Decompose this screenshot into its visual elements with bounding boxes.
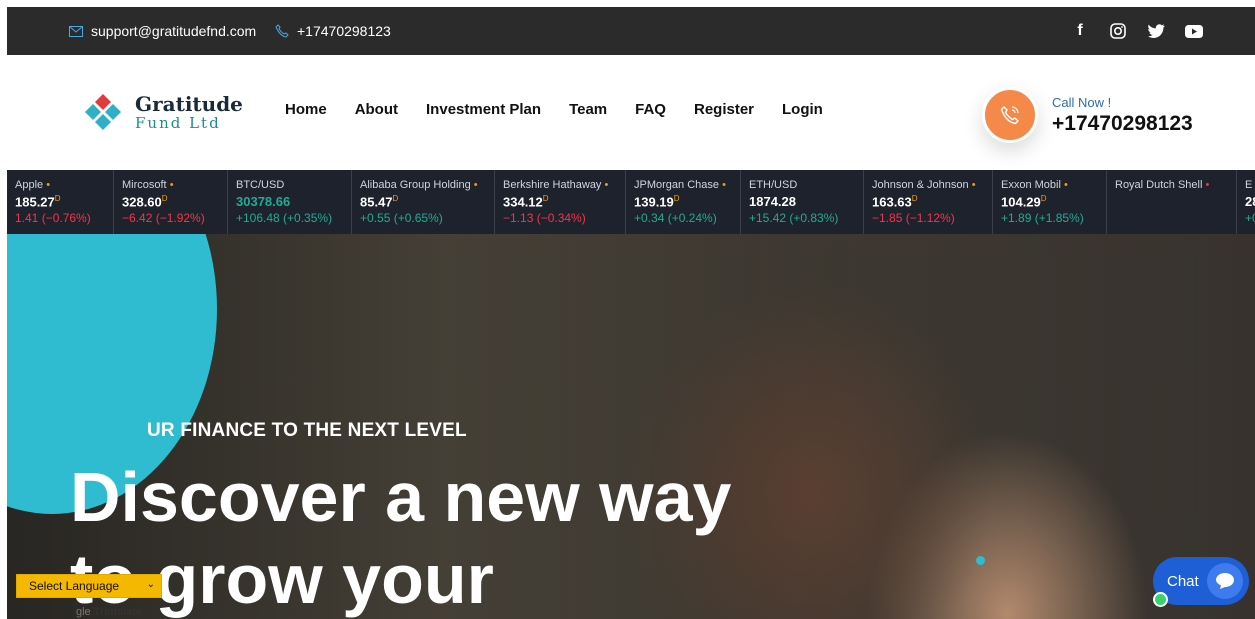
- logo-name: Gratitude: [135, 91, 243, 116]
- ticker-name: Exxon Mobil: [1001, 179, 1061, 191]
- ticker-price: 85.47: [360, 194, 393, 210]
- phone-text[interactable]: +17470298123: [297, 23, 391, 39]
- ticker-name: Alibaba Group Holding: [360, 179, 471, 191]
- ticker-item[interactable]: E 28.0 +0.3: [1237, 170, 1255, 234]
- ticker-item[interactable]: Exxon Mobil • 104.29D +1.89 (+1.85%): [993, 170, 1107, 234]
- ticker-change: +0.3: [1245, 211, 1255, 225]
- ticker-price: 163.63: [872, 194, 912, 210]
- ticker-price: 104.29: [1001, 194, 1041, 210]
- ticker-change: 1.41 (−0.76%): [15, 211, 91, 226]
- ticker-item[interactable]: Berkshire Hathaway • 334.12D −1.13 (−0.34%…: [495, 170, 626, 234]
- ticker-item[interactable]: Apple • 185.27D 1.41 (−0.76%): [7, 170, 114, 234]
- ticker-item[interactable]: Royal Dutch Shell •: [1107, 170, 1237, 234]
- call-number[interactable]: +17470298123: [1052, 112, 1193, 136]
- google-translate-credit: gle Translate: [76, 606, 142, 618]
- ticker-price: 328.60: [122, 194, 162, 210]
- nav-faq[interactable]: FAQ: [635, 101, 666, 118]
- ticker-change: −1.85 (−1.12%): [872, 211, 955, 226]
- ticker-price: 334.12: [503, 194, 543, 210]
- ticker-name: BTC/USD: [236, 179, 285, 191]
- site-logo[interactable]: Gratitude Fund Ltd: [79, 92, 243, 132]
- language-select[interactable]: Select Language ⌄: [16, 574, 162, 598]
- ticker-name: Royal Dutch Shell: [1115, 179, 1203, 191]
- slider-dot[interactable]: [976, 556, 985, 565]
- ticker-price: 139.19: [634, 194, 674, 210]
- nav-team[interactable]: Team: [569, 101, 607, 118]
- nav-login[interactable]: Login: [782, 101, 823, 118]
- ticker-change: +15.42 (+0.83%): [749, 211, 839, 225]
- ticker-item[interactable]: Johnson & Johnson • 163.63D −1.85 (−1.12%): [864, 170, 993, 234]
- ticker-price: 28.0: [1245, 194, 1255, 209]
- ticker-name: Johnson & Johnson: [872, 179, 969, 191]
- ticker-item[interactable]: Mircosoft • 328.60D −6.42 (−1.92%): [114, 170, 228, 234]
- email-text[interactable]: support@gratitudefnd.com: [91, 23, 256, 39]
- facebook-icon[interactable]: f: [1071, 22, 1089, 40]
- translate-prefix: gle: [76, 606, 91, 618]
- main-nav: Home About Investment Plan Team FAQ Regi…: [285, 101, 823, 118]
- call-label: Call Now !: [1052, 94, 1112, 110]
- ticker-item[interactable]: BTC/USD 30378.66 +106.48 (+0.35%): [228, 170, 352, 234]
- top-bar: support@gratitudefnd.com +17470298123 f: [7, 7, 1255, 55]
- chat-bubble-icon: [1207, 563, 1243, 599]
- chat-label: Chat: [1167, 572, 1199, 590]
- ticker-change: +0.34 (+0.24%): [634, 211, 717, 226]
- logo-subname: Fund Ltd: [135, 113, 221, 132]
- ticker-price: 185.27: [15, 194, 55, 210]
- ticker-item[interactable]: JPMorgan Chase • 139.19D +0.34 (+0.24%): [626, 170, 741, 234]
- social-links: f: [1071, 7, 1203, 55]
- chevron-down-icon: ⌄: [146, 579, 155, 590]
- call-button[interactable]: [982, 87, 1038, 143]
- stock-ticker: Apple • 185.27D 1.41 (−0.76%) Mircosoft • 32…: [7, 170, 1255, 234]
- ticker-item[interactable]: ETH/USD 1874.28 +15.42 (+0.83%): [741, 170, 864, 234]
- ticker-change: −6.42 (−1.92%): [122, 211, 205, 226]
- ticker-name: Apple: [15, 179, 44, 191]
- ticker-change: +0.55 (+0.65%): [360, 211, 443, 226]
- nav-home[interactable]: Home: [285, 101, 327, 118]
- ticker-price: 1874.28: [749, 194, 796, 209]
- ticker-price: 30378.66: [236, 194, 291, 209]
- hero-banner: UR FINANCE TO THE NEXT LEVEL Discover a …: [7, 234, 1255, 619]
- language-select-label: Select Language: [29, 579, 120, 593]
- ticker-change: +106.48 (+0.35%): [236, 211, 333, 225]
- ticker-name: Mircosoft: [122, 179, 167, 191]
- phone-ring-icon: [1000, 106, 1019, 125]
- twitter-icon[interactable]: [1147, 22, 1165, 40]
- ticker-name: E: [1245, 179, 1253, 191]
- hero-kicker: UR FINANCE TO THE NEXT LEVEL: [147, 420, 467, 441]
- mail-icon: [69, 25, 83, 37]
- phone-icon: [275, 24, 289, 38]
- phone-contact[interactable]: +17470298123: [275, 7, 391, 55]
- hero-headline-line2: to grow your: [70, 540, 494, 618]
- logo-mark-icon: [85, 94, 121, 130]
- call-now[interactable]: Call Now ! +17470298123: [982, 87, 1193, 143]
- ticker-item[interactable]: Alibaba Group Holding • 85.47D +0.55 (+0.6…: [352, 170, 495, 234]
- instagram-icon[interactable]: [1109, 22, 1127, 40]
- ticker-change: −1.13 (−0.34%): [503, 211, 586, 226]
- hero-headline-line1: Discover a new way: [70, 458, 732, 536]
- nav-register[interactable]: Register: [694, 101, 754, 118]
- site-header: Gratitude Fund Ltd Home About Investment…: [7, 55, 1255, 170]
- nav-investment-plan[interactable]: Investment Plan: [426, 101, 541, 118]
- nav-about[interactable]: About: [355, 101, 398, 118]
- youtube-icon[interactable]: [1185, 22, 1203, 40]
- translate-label: Translate: [93, 606, 143, 618]
- ticker-change: +1.89 (+1.85%): [1001, 211, 1084, 226]
- ticker-name: JPMorgan Chase: [634, 179, 719, 191]
- ticker-name: Berkshire Hathaway: [503, 179, 602, 191]
- email-contact[interactable]: support@gratitudefnd.com: [69, 7, 256, 55]
- ticker-name: ETH/USD: [749, 179, 798, 191]
- online-indicator: [1153, 592, 1168, 607]
- hero-headline: Discover a new way to grow your: [70, 456, 731, 619]
